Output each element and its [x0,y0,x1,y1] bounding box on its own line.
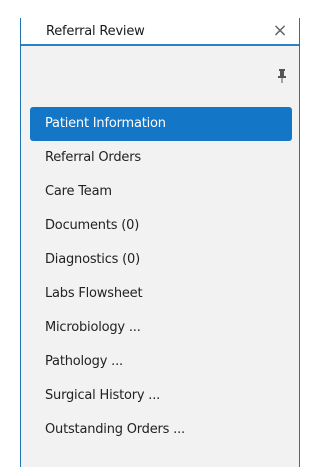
nav-item-surgical-history[interactable]: Surgical History ... [30,379,292,413]
nav-item-microbiology[interactable]: Microbiology ... [30,311,292,345]
close-icon[interactable]: × [269,20,291,42]
nav-item-labs-flowsheet[interactable]: Labs Flowsheet [30,277,292,311]
referral-review-panel: Referral Review × Patient Information Re… [20,18,300,467]
nav-item-pathology[interactable]: Pathology ... [30,345,292,379]
nav-item-care-team[interactable]: Care Team [30,175,292,209]
panel-title: Referral Review [46,24,145,39]
nav-item-referral-orders[interactable]: Referral Orders [30,141,292,175]
section-nav-list: Patient Information Referral Orders Care… [30,107,292,447]
panel-header: Referral Review × [21,18,299,46]
nav-item-documents[interactable]: Documents (0) [30,209,292,243]
nav-item-outstanding-orders[interactable]: Outstanding Orders ... [30,413,292,447]
pin-icon[interactable] [275,68,289,84]
nav-item-patient-information[interactable]: Patient Information [30,107,292,141]
nav-item-diagnostics[interactable]: Diagnostics (0) [30,243,292,277]
